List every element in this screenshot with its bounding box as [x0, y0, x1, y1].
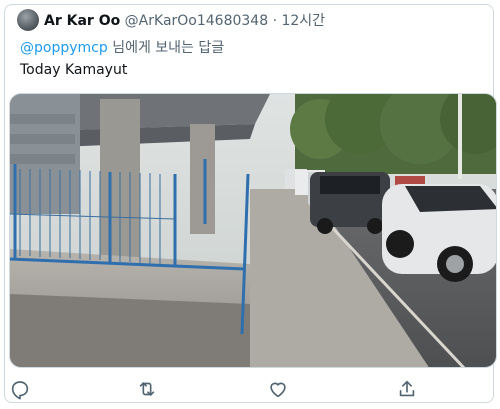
author-name[interactable]: Ar Kar Oo	[44, 13, 120, 29]
like-icon	[270, 382, 286, 398]
like-button[interactable]	[267, 378, 289, 400]
tweet-actions	[0, 374, 500, 402]
share-button[interactable]	[396, 378, 418, 400]
author-handle[interactable]: @ArKarOo14680348	[125, 13, 268, 29]
timestamp[interactable]: 12시간	[281, 13, 325, 29]
reply-context: @poppymcp 님에게 보내는 답글	[20, 37, 224, 57]
street-photo	[10, 94, 496, 367]
retweet-button[interactable]	[136, 378, 158, 400]
reply-button[interactable]	[9, 378, 31, 400]
tweet-header: Ar Kar Oo @ArKarOo14680348 · 12시간	[44, 10, 325, 30]
reply-mention-link[interactable]: @poppymcp	[20, 40, 108, 56]
tweet-media-photo[interactable]	[9, 93, 497, 368]
avatar[interactable]	[17, 9, 39, 31]
reply-suffix: 님에게 보내는 답글	[112, 40, 225, 56]
tweet-text: Today Kamayut	[20, 62, 128, 78]
reply-icon	[11, 381, 29, 400]
retweet-icon	[139, 382, 155, 396]
share-icon	[399, 380, 415, 397]
separator-dot: ·	[272, 13, 278, 29]
